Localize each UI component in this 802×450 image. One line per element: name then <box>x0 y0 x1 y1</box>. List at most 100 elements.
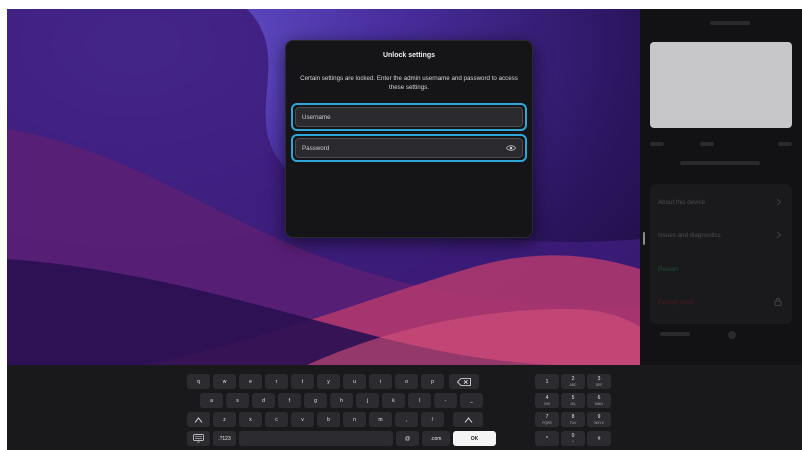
key-label: l <box>418 397 421 404</box>
key-label: 2 <box>571 376 575 382</box>
menu-item-issues-diagnostics[interactable]: Issues and diagnostics <box>658 227 784 243</box>
key-l[interactable]: l <box>408 393 431 408</box>
key-label: 9 <box>597 414 601 420</box>
key-p[interactable]: p <box>421 374 444 389</box>
shift-up-icon <box>194 416 203 423</box>
lock-icon <box>774 297 782 306</box>
username-input[interactable]: Username <box>295 107 523 127</box>
key-e[interactable]: e <box>239 374 262 389</box>
key-g[interactable]: g <box>304 393 327 408</box>
key-label: y <box>327 378 330 385</box>
key-label: s <box>236 397 239 404</box>
key-y[interactable]: y <box>317 374 340 389</box>
numpad-key-9[interactable]: 9 WXYZ <box>587 412 611 427</box>
keyboard-hide-key[interactable] <box>187 431 210 446</box>
key-label: 5 <box>571 395 575 401</box>
key-label: a <box>210 397 213 404</box>
key-i[interactable]: i <box>369 374 392 389</box>
key-label: _ <box>470 397 473 404</box>
key-label: 8 <box>571 414 575 420</box>
numpad-key-2[interactable]: 2 ABC <box>561 374 585 389</box>
key-label: * <box>546 435 548 442</box>
numpad-key-7[interactable]: 7 PQRS <box>535 412 559 427</box>
numpad-key-1[interactable]: 1 <box>535 374 559 389</box>
menu-item-factory-reset[interactable]: Factory reset <box>658 294 784 310</box>
key-t[interactable]: t <box>291 374 314 389</box>
numpad-key-star[interactable]: * <box>535 431 559 446</box>
key-s[interactable]: s <box>226 393 249 408</box>
dialog-title: Unlock settings <box>382 52 436 59</box>
key-h[interactable]: h <box>330 393 353 408</box>
key-label: p <box>431 378 434 385</box>
shift-key-right[interactable] <box>453 412 483 427</box>
key-r[interactable]: r <box>265 374 288 389</box>
numpad-key-hash[interactable]: # <box>587 431 611 446</box>
numpad-key-0[interactable]: 0 + <box>561 431 585 446</box>
key-label: z <box>223 416 226 423</box>
key-label: x <box>249 416 252 423</box>
sidebar-footer <box>650 331 792 342</box>
key-w[interactable]: w <box>213 374 236 389</box>
key-sublabel: MNO <box>595 402 603 406</box>
numbers-symbols-key[interactable]: .?123 <box>213 431 236 446</box>
key-sublabel: + <box>572 440 574 444</box>
key-sublabel: ABC <box>569 383 577 387</box>
sidebar-drag-handle[interactable] <box>643 232 645 245</box>
key-comma[interactable]: , <box>395 412 418 427</box>
key-f[interactable]: f <box>278 393 301 408</box>
numpad-key-3[interactable]: 3 DEF <box>587 374 611 389</box>
chevron-right-icon <box>776 198 782 206</box>
key-m[interactable]: m <box>369 412 392 427</box>
key-label: 7 <box>545 414 549 420</box>
ok-key[interactable]: OK <box>453 431 496 446</box>
key-j[interactable]: j <box>356 393 379 408</box>
key-label: q <box>197 378 200 385</box>
key-label: u <box>353 378 356 385</box>
key-sublabel: GHI <box>543 402 551 406</box>
menu-item-label: Restart <box>658 265 678 273</box>
backspace-key[interactable] <box>449 374 479 389</box>
key-u[interactable]: u <box>343 374 366 389</box>
numpad-key-5[interactable]: 5 JKL <box>561 393 585 408</box>
key-label: i <box>379 378 382 385</box>
key-label: o <box>405 378 408 385</box>
key-underscore[interactable]: _ <box>460 393 483 408</box>
key-z[interactable]: z <box>213 412 236 427</box>
numpad-key-6[interactable]: 6 MNO <box>587 393 611 408</box>
key-c[interactable]: c <box>265 412 288 427</box>
key-label: 0 <box>571 433 575 439</box>
key-o[interactable]: o <box>395 374 418 389</box>
key-slash[interactable]: / <box>421 412 444 427</box>
shift-key-left[interactable] <box>187 412 210 427</box>
key-v[interactable]: v <box>291 412 314 427</box>
key-q[interactable]: q <box>187 374 210 389</box>
key-label: OK <box>470 435 479 442</box>
device-screen: Unlock settings Certain settings are loc… <box>7 9 802 450</box>
settings-menu-panel: About this device Issues and diagnostics… <box>650 184 792 324</box>
key-label: d <box>262 397 265 404</box>
key-k[interactable]: k <box>382 393 405 408</box>
key-label: r <box>275 378 278 385</box>
key-label: 6 <box>597 395 601 401</box>
preview-labels <box>650 161 792 171</box>
menu-item-about-device[interactable]: About this device <box>658 194 784 210</box>
key-label: .com <box>430 435 442 442</box>
key-n[interactable]: n <box>343 412 366 427</box>
numpad-key-4[interactable]: 4 GHI <box>535 393 559 408</box>
key-d[interactable]: d <box>252 393 275 408</box>
show-password-eye-icon[interactable] <box>506 144 516 152</box>
key-x[interactable]: x <box>239 412 262 427</box>
key-label: 1 <box>545 378 549 385</box>
key-b[interactable]: b <box>317 412 340 427</box>
dotcom-key[interactable]: .com <box>422 431 450 446</box>
space-key[interactable] <box>239 431 393 446</box>
key-at[interactable]: @ <box>396 431 419 446</box>
key-a[interactable]: a <box>200 393 223 408</box>
key-label: m <box>378 416 383 423</box>
numpad-key-8[interactable]: 8 TUV <box>561 412 585 427</box>
menu-item-restart[interactable]: Restart <box>658 261 784 277</box>
key-label: j <box>366 397 369 404</box>
password-input[interactable]: Password <box>295 138 523 158</box>
key-label: g <box>314 397 317 404</box>
key-hyphen[interactable]: - <box>434 393 457 408</box>
